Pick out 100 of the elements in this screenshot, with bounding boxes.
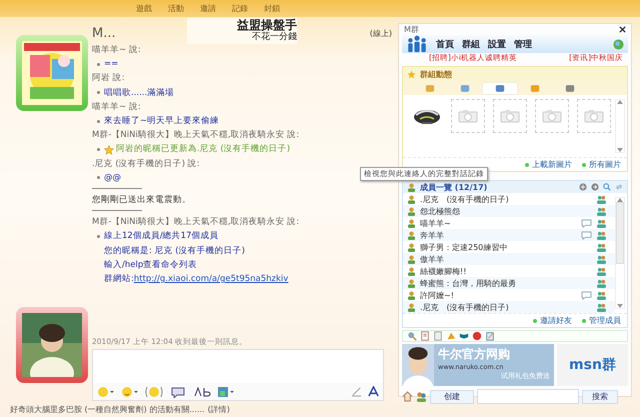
photo-placeholder[interactable] <box>535 99 569 133</box>
search-icon[interactable] <box>603 183 611 191</box>
group-link[interactable]: http://g.xiaoi.com/a/ge5t95na5hzkiv <box>134 272 288 286</box>
mask-icon[interactable] <box>459 331 469 341</box>
photo-link[interactable]: 所有圖片 <box>582 159 621 170</box>
refresh-icon[interactable] <box>615 183 623 191</box>
nav-link[interactable]: 首頁 <box>436 38 454 50</box>
member-icon <box>407 290 416 300</box>
member-name[interactable]: 絲襪嫩腳梅!! <box>420 266 466 276</box>
member-icon <box>407 194 416 204</box>
message-text: 輸入/help查看命令列表 <box>104 258 198 272</box>
member-name[interactable]: 喵羊羊~ <box>420 218 451 228</box>
contact-status: (線上) <box>370 28 392 40</box>
smiley-icon[interactable] <box>97 386 115 398</box>
menu-item[interactable]: 活動 <box>168 3 184 14</box>
note-icon[interactable] <box>485 331 495 341</box>
wink-icon[interactable] <box>121 386 139 398</box>
sender-line: 阿岩 說: <box>92 72 126 86</box>
activity-tab[interactable] <box>482 82 518 94</box>
forward-icon[interactable] <box>591 183 599 191</box>
section-title: 群組動態 <box>420 68 452 80</box>
scroll-up-icon[interactable] <box>617 100 623 104</box>
home-icon[interactable] <box>402 391 413 402</box>
nav-link[interactable]: 設置 <box>488 38 506 50</box>
photo-link[interactable]: 上載新圖片 <box>525 159 572 170</box>
nudge-icon[interactable] <box>145 386 163 398</box>
people-icon[interactable] <box>416 391 427 402</box>
nav-link[interactable]: 管理 <box>514 38 532 50</box>
menu-item[interactable]: 遊戲 <box>136 3 152 14</box>
nav-link[interactable]: 群組 <box>462 38 480 50</box>
photo-placeholder[interactable] <box>451 99 485 133</box>
people-icon <box>596 242 607 252</box>
sender-line: M群-【NiNi騎很大】晚上天氣不穩,取消夜騎永安 說: <box>92 216 300 230</box>
people-icon <box>596 290 607 300</box>
member-icon <box>407 242 416 252</box>
bullet-icon <box>96 120 100 123</box>
font-icon[interactable] <box>193 386 211 398</box>
bullet-icon <box>96 148 100 152</box>
search-field[interactable] <box>477 389 579 404</box>
panel-title: M群 <box>404 24 419 35</box>
text-format-icon[interactable] <box>368 386 379 397</box>
member-link[interactable]: 邀請好友 <box>533 315 572 326</box>
menu-item[interactable]: 邀請 <box>200 3 216 14</box>
sender-line: 喵羊羊~ 說: <box>92 100 142 114</box>
member-name[interactable]: .尼克 (沒有手機的日子) <box>420 194 509 204</box>
tab-icon <box>494 84 505 92</box>
member-icon <box>407 182 416 192</box>
message-text: @@ <box>104 172 121 185</box>
scroll-down-icon[interactable] <box>617 304 623 308</box>
contact-name: M... <box>92 26 116 41</box>
system-message: 您剛剛已送出來電震動。 <box>92 194 192 208</box>
bullet-icon <box>96 235 100 238</box>
photo-placeholder[interactable] <box>577 99 611 133</box>
member-name[interactable]: 許阿嬤~! <box>420 290 454 300</box>
menu-item[interactable]: 封鎖 <box>264 3 280 14</box>
tab-icon <box>460 84 470 92</box>
sender-line: .尼克 (沒有手機的日子) 說: <box>92 158 201 171</box>
ad-banner[interactable]: 益盟操盤手 不花一分錢 <box>187 18 297 44</box>
people-icon <box>596 302 607 312</box>
tab-icon <box>564 84 575 92</box>
member-name[interactable]: 獅子男：定速250練習中 <box>420 242 508 252</box>
pen-icon[interactable] <box>351 386 362 397</box>
member-link[interactable]: 管理成員 <box>582 315 621 326</box>
scrollbar-thumb[interactable] <box>616 202 624 264</box>
section-title: 成員一覽 (12/17) <box>420 182 488 192</box>
speech-icon[interactable] <box>169 386 187 398</box>
sender-line: 喵羊羊~ 說: <box>92 44 142 57</box>
document-icon[interactable] <box>433 331 443 341</box>
status-text: 好奇頭大腦里多巴胺 (一種自然興奮劑) 的活動有關...... <box>10 404 205 414</box>
people-icon <box>596 278 607 288</box>
camera-icon <box>542 109 562 123</box>
member-name[interactable]: 傲羊羊 <box>420 254 444 264</box>
member-name[interactable]: 奔羊羊 <box>420 230 444 240</box>
member-name[interactable]: 怨北極熊怨 <box>420 206 460 216</box>
menu-item[interactable]: 記錄 <box>232 3 248 14</box>
book-icon[interactable] <box>420 331 430 341</box>
background-icon[interactable] <box>217 386 235 398</box>
member-icon <box>407 278 416 288</box>
logo[interactable]: msn群 <box>557 344 628 386</box>
member-icon <box>407 302 416 312</box>
add-icon[interactable] <box>579 183 587 191</box>
close-icon[interactable] <box>619 26 626 33</box>
people-icon <box>596 230 607 240</box>
star-icon <box>407 70 416 78</box>
create-button[interactable]: 创建 <box>430 390 474 404</box>
people-icon <box>406 35 428 53</box>
tools-icon[interactable] <box>407 331 417 341</box>
camera-icon <box>584 109 604 123</box>
message-text: 群網站: <box>104 273 134 286</box>
tab-icon <box>530 84 540 92</box>
details-link[interactable]: (詳情) <box>208 404 230 414</box>
bullet-icon <box>96 91 100 94</box>
scroll-down-icon[interactable] <box>617 148 623 152</box>
photo-placeholder[interactable] <box>493 99 527 133</box>
message-text: == <box>104 58 118 72</box>
member-icon <box>407 230 416 240</box>
search-button[interactable]: 搜索 <box>582 390 618 404</box>
bullet-icon <box>96 62 100 66</box>
globe-icon[interactable] <box>613 38 624 50</box>
people-icon <box>596 218 607 228</box>
